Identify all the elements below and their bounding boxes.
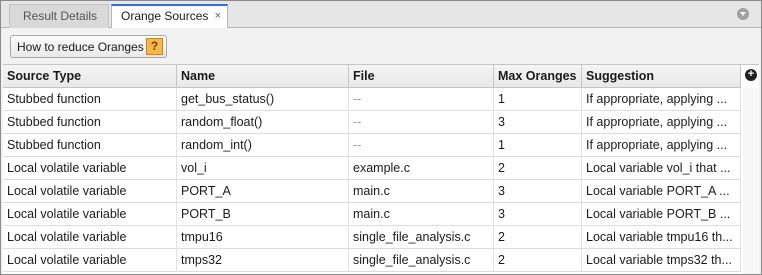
cell-source-type: Local volatile variable <box>3 157 177 180</box>
tab-orange-sources[interactable]: Orange Sources × <box>111 4 228 29</box>
toolbar: How to reduce Oranges ? <box>1 28 761 64</box>
table-row[interactable]: Local volatile variable tmpu16 single_fi… <box>3 226 741 249</box>
orange-sources-table: Source Type Name File Max Oranges Sugges… <box>3 64 759 274</box>
cell-source-type: Stubbed function <box>3 88 177 111</box>
table-row[interactable]: Stubbed function random_float() -- 3 If … <box>3 111 741 134</box>
cell-max-oranges: 3 <box>494 111 582 134</box>
cell-name: random_float() <box>177 111 349 134</box>
cell-name: random_int() <box>177 134 349 157</box>
close-icon[interactable]: × <box>215 6 221 27</box>
cell-file: -- <box>349 111 494 134</box>
cell-max-oranges: 3 <box>494 203 582 226</box>
cell-file: example.c <box>349 157 494 180</box>
cell-name: get_bus_status() <box>177 88 349 111</box>
cell-max-oranges: 2 <box>494 226 582 249</box>
tab-strip: Result Details Orange Sources × <box>1 1 761 29</box>
cell-suggestion: Local variable vol_i that ... <box>582 157 741 180</box>
cell-file: -- <box>349 88 494 111</box>
cell-suggestion: If appropriate, applying ... <box>582 134 741 157</box>
orange-sources-panel: Result Details Orange Sources × How to r… <box>0 0 762 275</box>
help-icon: ? <box>146 38 163 55</box>
cell-suggestion: If appropriate, applying ... <box>582 88 741 111</box>
cell-suggestion: Local variable PORT_B ... <box>582 203 741 226</box>
tab-label: Result Details <box>23 9 98 23</box>
how-to-reduce-oranges-button[interactable]: How to reduce Oranges ? <box>10 35 167 58</box>
cell-suggestion: Local variable tmps32 th... <box>582 249 741 272</box>
cell-file: -- <box>349 134 494 157</box>
cell-max-oranges: 1 <box>494 134 582 157</box>
cell-max-oranges: 1 <box>494 88 582 111</box>
cell-name: PORT_A <box>177 180 349 203</box>
cell-source-type: Stubbed function <box>3 111 177 134</box>
help-button-label: How to reduce Oranges <box>17 40 144 54</box>
cell-file: single_file_analysis.c <box>349 226 494 249</box>
chevron-down-icon[interactable] <box>737 8 749 20</box>
cell-max-oranges: 2 <box>494 249 582 272</box>
tab-result-details[interactable]: Result Details <box>9 4 109 28</box>
column-header-max-oranges[interactable]: Max Oranges <box>494 65 582 88</box>
table-row[interactable]: Stubbed function random_int() -- 1 If ap… <box>3 134 741 157</box>
cell-max-oranges: 3 <box>494 180 582 203</box>
plus-icon[interactable]: + <box>745 69 757 81</box>
column-header-source-type[interactable]: Source Type <box>3 65 177 88</box>
cell-file: single_file_analysis.c <box>349 249 494 272</box>
column-header-suggestion[interactable]: Suggestion <box>582 65 741 88</box>
table-row[interactable]: Local volatile variable vol_i example.c … <box>3 157 741 180</box>
cell-name: tmps32 <box>177 249 349 272</box>
table-row[interactable]: Local volatile variable tmps32 single_fi… <box>3 249 741 272</box>
column-header-name[interactable]: Name <box>177 65 349 88</box>
cell-name: vol_i <box>177 157 349 180</box>
cell-suggestion: Local variable tmpu16 th... <box>582 226 741 249</box>
cell-suggestion: Local variable PORT_A ... <box>582 180 741 203</box>
table-header: Source Type Name File Max Oranges Sugges… <box>3 65 741 88</box>
table-row[interactable]: Local volatile variable PORT_B main.c 3 … <box>3 203 741 226</box>
cell-file: main.c <box>349 203 494 226</box>
cell-source-type: Stubbed function <box>3 134 177 157</box>
tab-label: Orange Sources <box>121 9 209 23</box>
table-row[interactable]: Local volatile variable PORT_A main.c 3 … <box>3 180 741 203</box>
cell-source-type: Local volatile variable <box>3 249 177 272</box>
cell-name: PORT_B <box>177 203 349 226</box>
vertical-scrollbar[interactable] <box>743 88 759 274</box>
column-header-file[interactable]: File <box>349 65 494 88</box>
cell-source-type: Local volatile variable <box>3 203 177 226</box>
cell-suggestion: If appropriate, applying ... <box>582 111 741 134</box>
cell-max-oranges: 2 <box>494 157 582 180</box>
table-row[interactable]: Stubbed function get_bus_status() -- 1 I… <box>3 88 741 111</box>
cell-file: main.c <box>349 180 494 203</box>
cell-source-type: Local volatile variable <box>3 180 177 203</box>
cell-source-type: Local volatile variable <box>3 226 177 249</box>
cell-name: tmpu16 <box>177 226 349 249</box>
